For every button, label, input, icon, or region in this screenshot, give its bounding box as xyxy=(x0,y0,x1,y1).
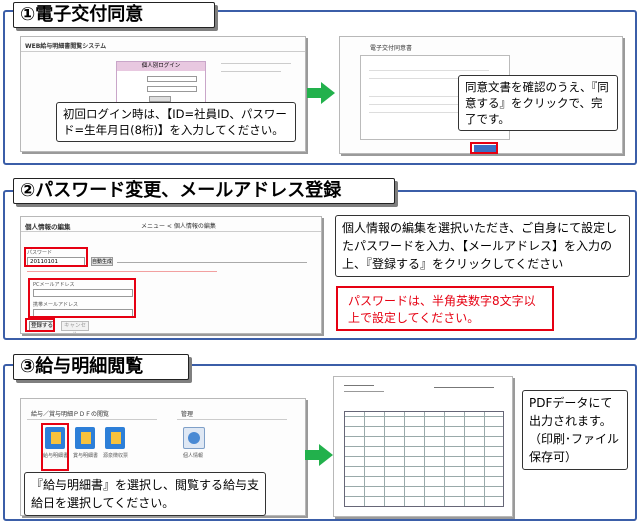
system-name: WEB給与明細書閲覧システム xyxy=(25,43,107,50)
mail-highlight xyxy=(28,278,136,318)
payslip-highlight xyxy=(41,423,69,471)
callout-login: 初回ログイン時は、【ID=社員ID、パスワード=生年月日(8桁)】を入力してくだ… xyxy=(56,102,296,142)
edit-breadcrumb: メニュー < 個人情報の編集 xyxy=(141,223,216,230)
edit-heading: 個人情報の編集 xyxy=(25,223,71,231)
pdf-preview xyxy=(333,376,513,517)
pdf-table xyxy=(344,411,504,507)
password-warning: パスワードは、半角英数字8文字以上で設定してください。 xyxy=(336,286,554,331)
withholding-icon[interactable] xyxy=(105,427,125,449)
right-arrow-icon xyxy=(305,444,333,466)
menu-admin-heading: 管理 xyxy=(181,411,194,418)
callout-pdf: PDFデータにて出力されます。（印刷･ファイル保存可） xyxy=(522,390,628,470)
password-highlight xyxy=(24,247,88,267)
cancel-button[interactable]: キャンセル xyxy=(61,321,89,333)
right-arrow-icon xyxy=(307,82,335,104)
callout-edit: 個人情報の編集を選択いただき、ご自身にて設定したパスワードを入力、【メールアドレ… xyxy=(335,215,630,277)
callout-select: 『給与明細書』を選択し、閲覧する給与支給日を選択してください。 xyxy=(24,472,266,516)
login-panel-title: 個人別ログイン xyxy=(117,62,205,71)
section-password-title: ②パスワード変更、メールアドレス登録 xyxy=(13,178,395,204)
personal-info-icon[interactable] xyxy=(183,427,205,449)
consent-doc-title: 電子交付同意書 xyxy=(370,45,413,52)
section-payslip-title: ③給与明細閲覧 xyxy=(13,354,189,380)
login-id-field[interactable] xyxy=(147,76,197,82)
section-consent-title: ①電子交付同意 xyxy=(13,2,215,28)
menu-heading: 給与／賞与明細ＰＤＦの閲覧 xyxy=(31,411,110,418)
register-highlight xyxy=(25,318,55,332)
auto-generate-button[interactable]: 自動生成 xyxy=(91,257,113,266)
login-password-field[interactable] xyxy=(147,86,197,92)
personal-info-icon-label: 個人情報 xyxy=(183,453,204,459)
bonus-slip-icon[interactable] xyxy=(75,427,95,449)
callout-consent: 同意文書を確認のうえ、『同意する』をクリックで、完了です。 xyxy=(458,75,618,131)
withholding-icon-label: 源泉徴収票 xyxy=(103,453,129,459)
login-panel: 個人別ログイン xyxy=(116,61,206,105)
agree-button-highlight xyxy=(470,142,498,154)
bonus-slip-icon-label: 賞与明細書 xyxy=(73,453,99,459)
